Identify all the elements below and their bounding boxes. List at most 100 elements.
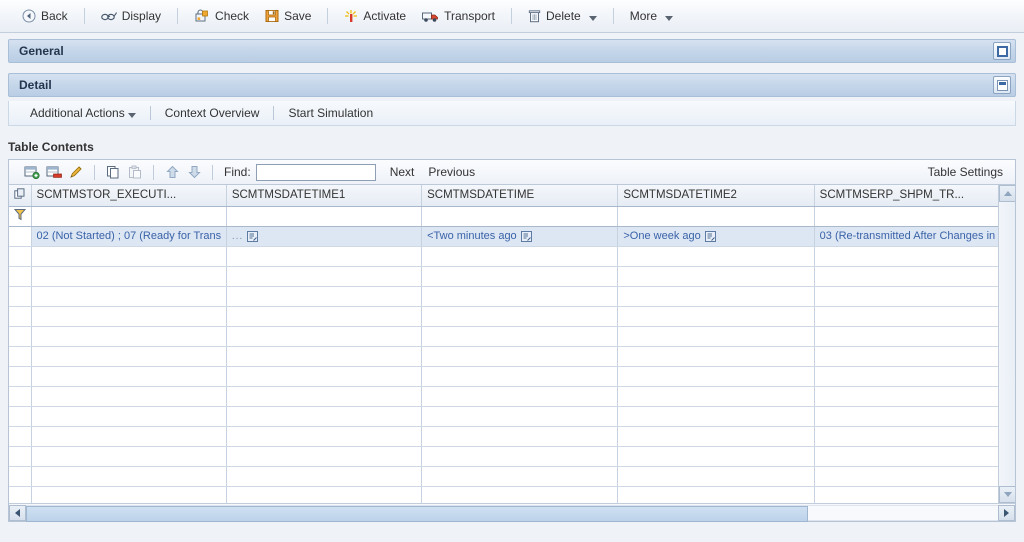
row-selector[interactable]: [9, 226, 32, 247]
table-cell-empty[interactable]: [226, 446, 423, 467]
value-help-icon[interactable]: [247, 230, 259, 242]
scroll-down-button[interactable]: [999, 486, 1015, 503]
table-cell-empty[interactable]: [421, 266, 619, 287]
row-selector[interactable]: [9, 486, 32, 503]
row-selector[interactable]: [9, 266, 32, 287]
table-settings-button[interactable]: Table Settings: [928, 165, 1007, 179]
table-cell-empty[interactable]: [31, 366, 227, 387]
table-cell-empty[interactable]: [617, 386, 815, 407]
copy-button[interactable]: [102, 162, 124, 182]
table-row[interactable]: 02 (Not Started) ; 07 (Ready for Transpo…: [9, 226, 998, 247]
table-cell-empty[interactable]: [31, 466, 227, 487]
table-cell-empty[interactable]: [226, 386, 423, 407]
cell-stor-execution[interactable]: 02 (Not Started) ; 07 (Ready for Transpo…: [31, 226, 227, 247]
table-cell-empty[interactable]: [617, 366, 815, 387]
table-cell-empty[interactable]: [31, 246, 227, 267]
table-row-empty[interactable]: [9, 266, 998, 287]
table-cell-empty[interactable]: [31, 426, 227, 447]
table-row-empty[interactable]: [9, 286, 998, 307]
table-cell-empty[interactable]: [814, 386, 998, 407]
hscroll-thumb[interactable]: [26, 505, 809, 522]
row-selector[interactable]: [9, 246, 32, 267]
table-cell-empty[interactable]: [226, 406, 423, 427]
table-row-empty[interactable]: [9, 246, 998, 267]
table-cell-empty[interactable]: [31, 386, 227, 407]
table-cell-empty[interactable]: [421, 466, 619, 487]
filter-cell-0[interactable]: [31, 206, 227, 227]
table-cell-empty[interactable]: [226, 486, 423, 503]
table-cell-empty[interactable]: [31, 406, 227, 427]
table-cell-empty[interactable]: [31, 446, 227, 467]
transport-button[interactable]: Transport: [414, 5, 503, 27]
table-cell-empty[interactable]: [814, 266, 998, 287]
value-help-icon[interactable]: [704, 230, 716, 242]
table-cell-empty[interactable]: [617, 286, 815, 307]
table-cell-empty[interactable]: [421, 446, 619, 467]
table-cell-empty[interactable]: [814, 326, 998, 347]
table-cell-empty[interactable]: [226, 326, 423, 347]
scroll-up-button[interactable]: [999, 185, 1015, 202]
row-selector[interactable]: [9, 326, 32, 347]
row-selector[interactable]: [9, 466, 32, 487]
column-header-4[interactable]: SCMTMSERP_SHPM_TR...: [814, 185, 998, 207]
table-cell-empty[interactable]: [617, 306, 815, 327]
table-cell-empty[interactable]: [814, 406, 998, 427]
table-cell-empty[interactable]: [617, 246, 815, 267]
table-row-empty[interactable]: [9, 346, 998, 367]
table-cell-empty[interactable]: [617, 446, 815, 467]
table-cell-empty[interactable]: [226, 286, 423, 307]
row-selector[interactable]: [9, 446, 32, 467]
filter-cell-4[interactable]: [814, 206, 998, 227]
select-all-cell[interactable]: [9, 185, 32, 207]
table-cell-empty[interactable]: [31, 306, 227, 327]
detail-collapse-button[interactable]: [993, 76, 1011, 94]
table-cell-empty[interactable]: [31, 266, 227, 287]
cell-datetime2[interactable]: >One week ago: [617, 226, 815, 247]
table-cell-empty[interactable]: [814, 366, 998, 387]
table-cell-empty[interactable]: [421, 326, 619, 347]
filter-cell-1[interactable]: [226, 206, 423, 227]
find-previous-button[interactable]: Previous: [428, 165, 475, 179]
filter-cell-3[interactable]: [617, 206, 815, 227]
scroll-left-button[interactable]: [9, 504, 26, 521]
scroll-right-button[interactable]: [998, 504, 1015, 521]
activate-button[interactable]: Activate: [336, 5, 414, 27]
table-cell-empty[interactable]: [814, 446, 998, 467]
table-cell-empty[interactable]: [617, 466, 815, 487]
move-down-button[interactable]: [183, 162, 205, 182]
table-row-empty[interactable]: [9, 366, 998, 387]
row-selector[interactable]: [9, 306, 32, 327]
table-cell-empty[interactable]: [421, 306, 619, 327]
table-cell-empty[interactable]: [617, 426, 815, 447]
table-row-empty[interactable]: [9, 446, 998, 467]
table-cell-empty[interactable]: [617, 406, 815, 427]
table-cell-empty[interactable]: [226, 466, 423, 487]
cell-datetime1[interactable]: ...: [226, 226, 423, 247]
table-cell-empty[interactable]: [226, 426, 423, 447]
table-cell-empty[interactable]: [814, 246, 998, 267]
general-section-header[interactable]: General: [8, 39, 1016, 63]
move-up-button[interactable]: [161, 162, 183, 182]
find-next-button[interactable]: Next: [390, 165, 415, 179]
cell-datetime[interactable]: <Two minutes ago: [421, 226, 619, 247]
table-cell-empty[interactable]: [31, 486, 227, 503]
table-cell-empty[interactable]: [617, 266, 815, 287]
context-overview-button[interactable]: Context Overview: [156, 104, 269, 122]
back-button[interactable]: Back: [14, 5, 76, 27]
save-button[interactable]: Save: [257, 5, 319, 27]
table-cell-empty[interactable]: [814, 286, 998, 307]
value-help-icon[interactable]: [520, 230, 532, 242]
delete-row-button[interactable]: [43, 162, 65, 182]
table-cell-empty[interactable]: [814, 466, 998, 487]
table-cell-empty[interactable]: [31, 326, 227, 347]
hscroll-track[interactable]: [26, 504, 998, 522]
delete-button[interactable]: Delete: [520, 5, 605, 27]
table-cell-empty[interactable]: [421, 366, 619, 387]
table-cell-empty[interactable]: [226, 366, 423, 387]
column-header-2[interactable]: SCMTMSDATETIME: [421, 185, 619, 207]
row-selector[interactable]: [9, 346, 32, 367]
table-row-empty[interactable]: [9, 486, 998, 503]
table-cell-empty[interactable]: [31, 286, 227, 307]
table-cell-empty[interactable]: [421, 486, 619, 503]
edit-button[interactable]: [65, 162, 87, 182]
